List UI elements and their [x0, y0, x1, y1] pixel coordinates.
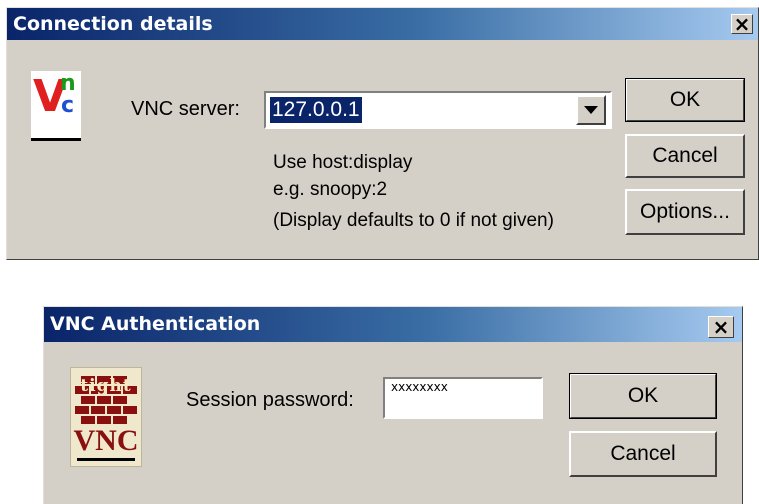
help-line-1: Use host:display — [273, 152, 413, 173]
vnc-server-label: VNC server: — [131, 98, 240, 120]
vnc-authentication-titlebar[interactable]: VNC Authentication × — [44, 307, 742, 342]
chevron-down-icon — [584, 106, 598, 114]
help-line-3: (Display defaults to 0 if not given) — [273, 210, 554, 231]
connection-details-dialog: Connection details × V n c VNC server: 1… — [6, 7, 759, 260]
session-password-label: Session password: — [186, 389, 354, 411]
vnc-server-combobox[interactable]: 127.0.0.1 — [264, 91, 612, 129]
tightvnc-logo-bottom-text: VNC — [73, 424, 139, 457]
tightvnc-logo-top-text: tight — [80, 376, 132, 396]
connection-details-title: Connection details — [13, 13, 213, 35]
vnc-authentication-dialog: VNC Authentication × tight VNC Session p… — [43, 306, 743, 504]
session-password-input[interactable]: xxxxxxxx — [391, 380, 448, 394]
close-icon: × — [733, 12, 751, 36]
help-line-2: e.g. snoopy:2 — [273, 179, 388, 200]
vnc-logo-n: n — [60, 71, 76, 96]
vnc-authentication-title: VNC Authentication — [50, 313, 261, 335]
vnc-logo: V n c — [31, 71, 81, 141]
logo-underline — [77, 458, 135, 461]
close-button[interactable]: × — [708, 316, 734, 338]
vnc-server-input[interactable]: 127.0.0.1 — [270, 97, 362, 123]
close-icon: × — [712, 315, 730, 339]
session-password-field[interactable]: xxxxxxxx — [383, 377, 543, 419]
ok-button[interactable]: OK — [625, 78, 745, 122]
close-button[interactable]: × — [731, 14, 753, 34]
cancel-button[interactable]: Cancel — [569, 431, 717, 477]
connection-details-titlebar[interactable]: Connection details × — [7, 8, 758, 40]
tightvnc-logo: tight VNC — [70, 367, 142, 467]
dropdown-button[interactable] — [576, 95, 606, 125]
options-button[interactable]: Options... — [625, 189, 745, 235]
vnc-logo-c: c — [61, 93, 75, 118]
cancel-button[interactable]: Cancel — [625, 134, 745, 178]
ok-button[interactable]: OK — [569, 373, 717, 419]
